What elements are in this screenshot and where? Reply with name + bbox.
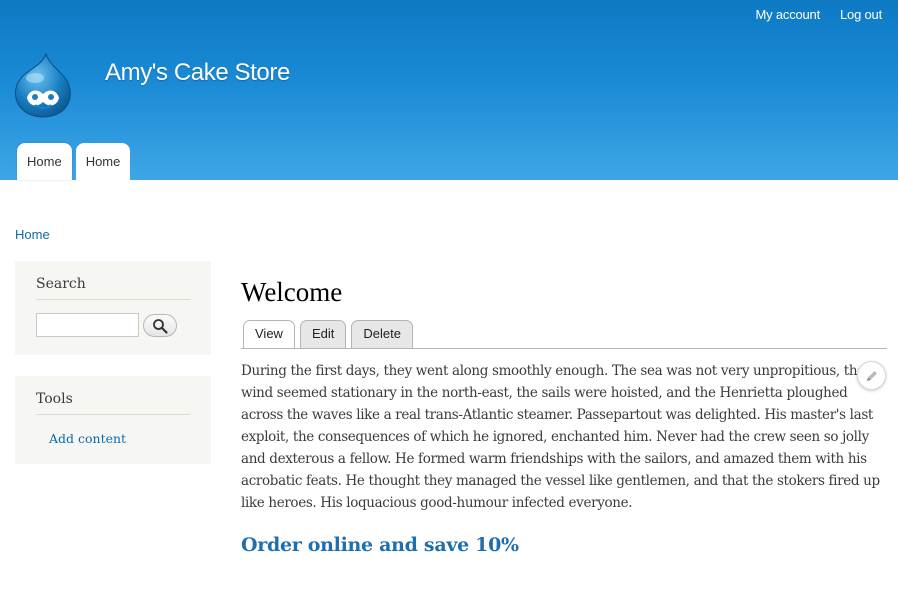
tabs-divider <box>241 348 887 349</box>
local-tasks-tabs: View Edit Delete <box>243 320 413 349</box>
main-menu-home-tab-2[interactable]: Home <box>75 143 131 180</box>
log-out-link[interactable]: Log out <box>840 7 882 22</box>
add-content-link[interactable]: Add content <box>49 431 126 446</box>
body-line: During the first days, they went along s… <box>241 363 865 379</box>
promo-heading[interactable]: Order online and save 10% <box>241 534 519 556</box>
body-line: acrobatic feats. He thought they managed… <box>241 473 880 489</box>
search-input[interactable] <box>36 313 139 337</box>
secondary-menu: My account Log out <box>756 7 883 22</box>
site-name[interactable]: Amy's Cake Store <box>105 59 290 87</box>
body-line: and dexterous a fellow. He formed warm f… <box>241 451 867 467</box>
body-line: across the waves like a real trans-Atlan… <box>241 407 873 423</box>
drupal-drop-icon[interactable] <box>13 52 73 118</box>
search-block: Search <box>15 261 211 355</box>
node-body: During the first days, they went along s… <box>241 360 889 514</box>
contextual-edit-button[interactable] <box>857 361 886 390</box>
page-title: Welcome <box>241 277 343 307</box>
search-button[interactable] <box>143 314 177 337</box>
my-account-link[interactable]: My account <box>756 7 821 22</box>
main-menu: Home Home <box>17 143 131 180</box>
tab-edit[interactable]: Edit <box>299 320 347 348</box>
site-header: My account Log out Amy's Cake Store Home… <box>0 0 898 180</box>
body-line: exploit, the consequences of which he ig… <box>241 429 869 445</box>
body-line: like heroes. His loquacious good-humour … <box>241 495 633 511</box>
tab-delete[interactable]: Delete <box>351 320 413 348</box>
tools-block-title: Tools <box>36 391 190 415</box>
magnifier-icon <box>153 318 168 334</box>
breadcrumb-home-link[interactable]: Home <box>15 227 50 242</box>
body-line: wind seemed stationary in the north-east… <box>241 385 848 401</box>
tab-view[interactable]: View <box>243 320 295 349</box>
tools-block: Tools Add content <box>15 376 211 464</box>
pencil-icon <box>866 370 877 381</box>
search-block-title: Search <box>36 276 190 300</box>
main-menu-home-tab[interactable]: Home <box>17 143 72 180</box>
